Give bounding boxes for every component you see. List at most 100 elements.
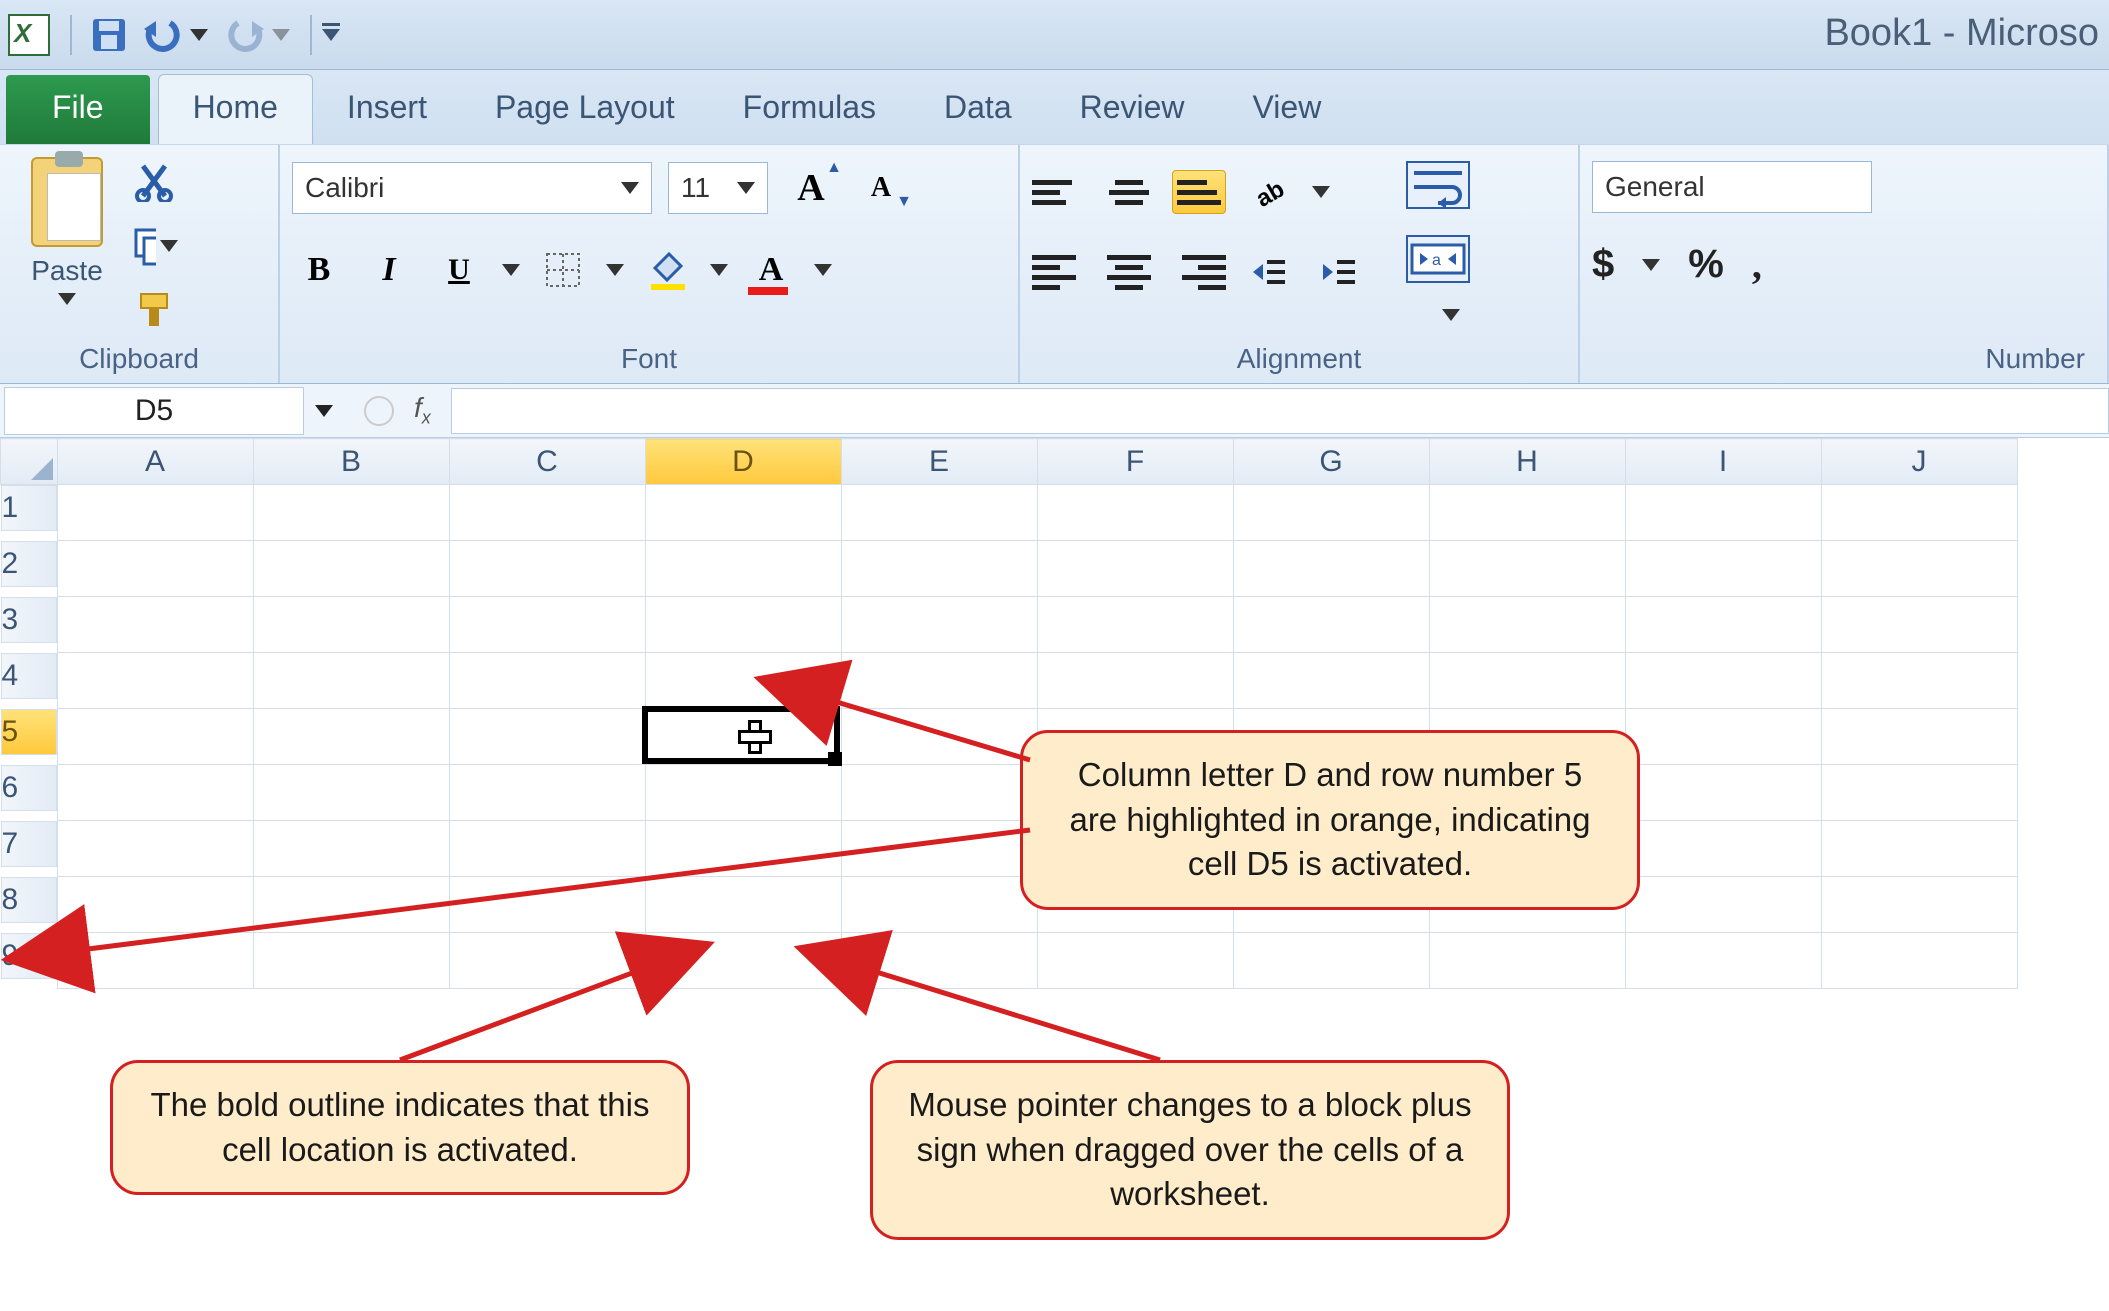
- cell-B1[interactable]: [253, 485, 449, 541]
- name-box-dropdown[interactable]: [315, 405, 333, 417]
- undo-button[interactable]: [140, 12, 186, 58]
- cell-C3[interactable]: [449, 597, 645, 653]
- cell-G1[interactable]: [1233, 485, 1429, 541]
- cell-C9[interactable]: [449, 933, 645, 989]
- tab-page-layout[interactable]: Page Layout: [461, 75, 709, 144]
- cell-G3[interactable]: [1233, 597, 1429, 653]
- cell-A2[interactable]: [57, 541, 253, 597]
- cell-E8[interactable]: [841, 877, 1037, 933]
- cell-B7[interactable]: [253, 821, 449, 877]
- font-color-dropdown[interactable]: [814, 264, 832, 276]
- cell-G9[interactable]: [1233, 933, 1429, 989]
- cell-E1[interactable]: [841, 485, 1037, 541]
- cell-E2[interactable]: [841, 541, 1037, 597]
- tab-insert[interactable]: Insert: [313, 75, 461, 144]
- tab-view[interactable]: View: [1219, 75, 1356, 144]
- font-name-combo[interactable]: Calibri: [292, 162, 652, 214]
- orientation-button[interactable]: ab: [1242, 165, 1296, 219]
- orientation-dropdown[interactable]: [1312, 186, 1330, 198]
- cell-H9[interactable]: [1429, 933, 1625, 989]
- cell-C8[interactable]: [449, 877, 645, 933]
- redo-dropdown[interactable]: [272, 29, 290, 41]
- font-color-button[interactable]: A: [744, 243, 798, 297]
- cell-F3[interactable]: [1037, 597, 1233, 653]
- tab-home[interactable]: Home: [158, 74, 313, 144]
- increase-indent-button[interactable]: [1312, 245, 1366, 299]
- cell-H1[interactable]: [1429, 485, 1625, 541]
- cell-J6[interactable]: [1821, 765, 2017, 821]
- align-middle-button[interactable]: [1102, 170, 1156, 214]
- column-header-F[interactable]: F: [1037, 439, 1233, 485]
- cell-G4[interactable]: [1233, 653, 1429, 709]
- save-button[interactable]: [86, 12, 132, 58]
- cell-B2[interactable]: [253, 541, 449, 597]
- cell-I7[interactable]: [1625, 821, 1821, 877]
- cell-D3[interactable]: [645, 597, 841, 653]
- cell-E7[interactable]: [841, 821, 1037, 877]
- cell-I5[interactable]: [1625, 709, 1821, 765]
- cell-A6[interactable]: [57, 765, 253, 821]
- cell-B4[interactable]: [253, 653, 449, 709]
- currency-button[interactable]: $: [1592, 242, 1614, 287]
- increase-font-button[interactable]: A▲: [784, 161, 838, 215]
- cell-A3[interactable]: [57, 597, 253, 653]
- select-all-corner[interactable]: [1, 439, 58, 485]
- cell-B3[interactable]: [253, 597, 449, 653]
- cell-D2[interactable]: [645, 541, 841, 597]
- cell-A9[interactable]: [57, 933, 253, 989]
- row-header-8[interactable]: 8: [1, 877, 57, 923]
- customize-qat-dropdown[interactable]: [322, 29, 340, 41]
- currency-dropdown[interactable]: [1642, 259, 1660, 271]
- cell-E5[interactable]: [841, 709, 1037, 765]
- cell-D4[interactable]: [645, 653, 841, 709]
- align-bottom-button[interactable]: [1172, 170, 1226, 214]
- cell-I2[interactable]: [1625, 541, 1821, 597]
- fx-icon[interactable]: fx: [414, 392, 431, 429]
- cell-J2[interactable]: [1821, 541, 2017, 597]
- cell-I4[interactable]: [1625, 653, 1821, 709]
- cell-B6[interactable]: [253, 765, 449, 821]
- cell-C1[interactable]: [449, 485, 645, 541]
- cell-F9[interactable]: [1037, 933, 1233, 989]
- align-center-button[interactable]: [1102, 250, 1156, 294]
- cell-H2[interactable]: [1429, 541, 1625, 597]
- cut-button[interactable]: [132, 159, 178, 205]
- cell-D9[interactable]: [645, 933, 841, 989]
- cell-I6[interactable]: [1625, 765, 1821, 821]
- fill-color-button[interactable]: [640, 243, 694, 297]
- cell-E4[interactable]: [841, 653, 1037, 709]
- row-header-6[interactable]: 6: [1, 765, 57, 811]
- cell-D6[interactable]: [645, 765, 841, 821]
- cell-F1[interactable]: [1037, 485, 1233, 541]
- cell-E6[interactable]: [841, 765, 1037, 821]
- column-header-H[interactable]: H: [1429, 439, 1625, 485]
- copy-button[interactable]: [132, 223, 178, 269]
- column-header-G[interactable]: G: [1233, 439, 1429, 485]
- column-header-A[interactable]: A: [57, 439, 253, 485]
- column-header-J[interactable]: J: [1821, 439, 2017, 485]
- cell-C6[interactable]: [449, 765, 645, 821]
- cell-I8[interactable]: [1625, 877, 1821, 933]
- bold-button[interactable]: B: [292, 243, 346, 297]
- cell-J4[interactable]: [1821, 653, 2017, 709]
- underline-button[interactable]: U: [432, 243, 486, 297]
- cell-I3[interactable]: [1625, 597, 1821, 653]
- align-right-button[interactable]: [1172, 250, 1226, 294]
- cell-J3[interactable]: [1821, 597, 2017, 653]
- copy-dropdown[interactable]: [160, 240, 178, 252]
- align-top-button[interactable]: [1032, 170, 1086, 214]
- cell-I1[interactable]: [1625, 485, 1821, 541]
- decrease-font-button[interactable]: A▼: [854, 161, 908, 215]
- cell-A5[interactable]: [57, 709, 253, 765]
- cell-J5[interactable]: [1821, 709, 2017, 765]
- cell-I9[interactable]: [1625, 933, 1821, 989]
- column-header-E[interactable]: E: [841, 439, 1037, 485]
- row-header-3[interactable]: 3: [1, 597, 57, 643]
- cell-A4[interactable]: [57, 653, 253, 709]
- cell-E9[interactable]: [841, 933, 1037, 989]
- undo-dropdown[interactable]: [190, 29, 208, 41]
- row-header-7[interactable]: 7: [1, 821, 57, 867]
- font-size-combo[interactable]: 11: [668, 162, 768, 214]
- borders-dropdown[interactable]: [606, 264, 624, 276]
- cell-F2[interactable]: [1037, 541, 1233, 597]
